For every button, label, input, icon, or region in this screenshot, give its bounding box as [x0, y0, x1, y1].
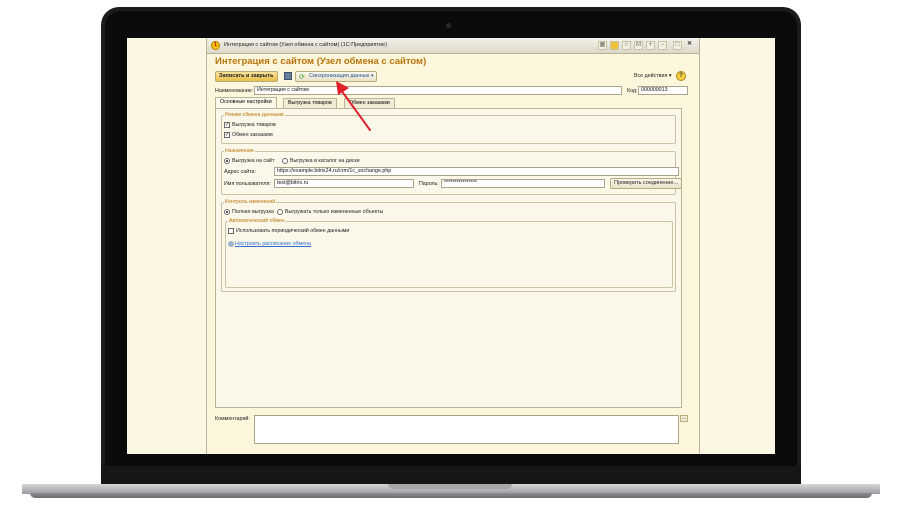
- laptop-screen: 1 Интеграция с сайтом (Узел обмена с сай…: [127, 38, 775, 454]
- laptop-notch: [388, 484, 512, 489]
- red-arrow-icon: [336, 81, 371, 131]
- laptop-base-bottom: [30, 493, 872, 498]
- camera-icon: [446, 23, 451, 28]
- laptop-hinge: [101, 466, 801, 484]
